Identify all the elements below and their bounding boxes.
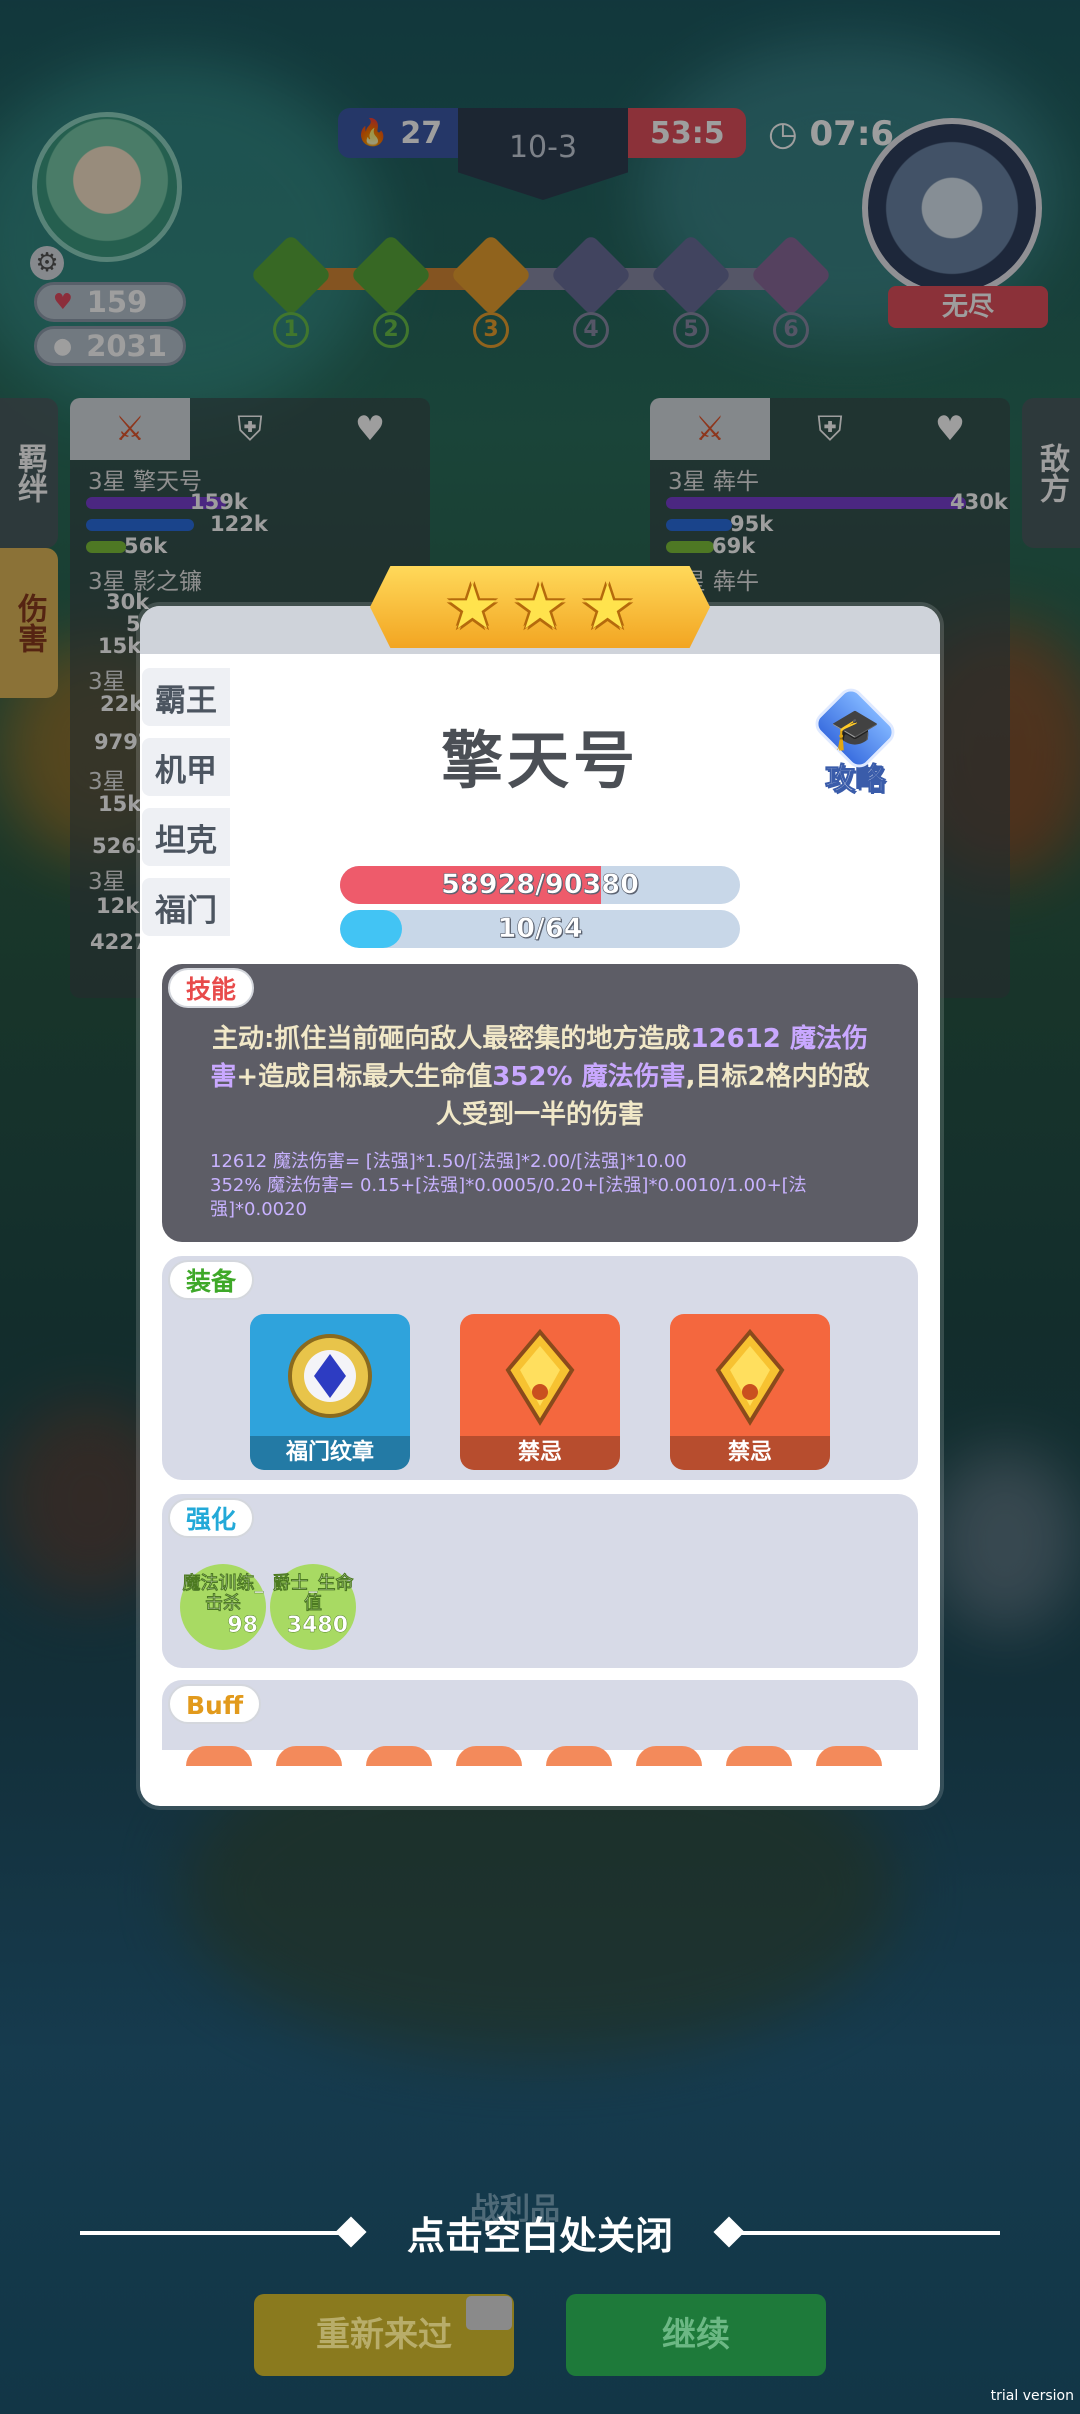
hero-mana-bar: 10/64	[340, 910, 740, 948]
equipment-slot[interactable]: 禁忌	[460, 1314, 620, 1470]
equipment-name: 禁忌	[460, 1436, 620, 1470]
enhance-tag: 强化	[168, 1498, 255, 1538]
guide-button[interactable]: 🎓 攻略	[800, 683, 910, 798]
star-icon: ★	[512, 570, 568, 643]
enhance-name: 魔法训练_击杀	[182, 1573, 264, 1614]
equipment-name: 禁忌	[670, 1436, 830, 1470]
skill-description: 主动:抓住当前砸向敌人最密集的地方造成12612 魔法伤害+造成目标最大生命值3…	[200, 1020, 880, 1134]
skill-formula: 352% 魔法伤害= 0.15+[法强]*0.0005/0.20+[法强]*0.…	[210, 1175, 807, 1220]
enhance-name: 爵士_生命值	[272, 1573, 354, 1614]
divider-line	[730, 2231, 1000, 2235]
close-hint[interactable]: 点击空白处关闭	[300, 2205, 780, 2260]
skill-formula: 12612 魔法伤害= [法强]*1.50/[法强]*2.00/[法强]*10.…	[210, 1151, 687, 1172]
trait-list: 霸王 机甲 坦克 福门	[142, 668, 232, 948]
equipment-tag: 装备	[168, 1260, 255, 1300]
hero-hp-bar: 58928/90380	[340, 866, 740, 904]
video-ad-icon	[466, 2296, 512, 2330]
trait-tag[interactable]: 坦克	[142, 808, 230, 866]
enhance-value: 98	[227, 1613, 258, 1638]
hp-text: 58928/90380	[441, 869, 639, 901]
forbidden-gem-icon	[505, 1328, 575, 1426]
forbidden-gem-icon	[715, 1328, 785, 1426]
buff-icon[interactable]	[186, 1746, 252, 1766]
buff-icon[interactable]	[456, 1746, 522, 1766]
graduation-cap-glyph: 🎓	[830, 707, 880, 753]
buff-tag: Buff	[168, 1684, 262, 1724]
buff-icon[interactable]	[636, 1746, 702, 1766]
enhance-badge[interactable]: 魔法训练_击杀 98	[180, 1564, 266, 1650]
watermark: trial version	[990, 2388, 1074, 2404]
buff-icon[interactable]	[816, 1746, 882, 1766]
trait-tag[interactable]: 机甲	[142, 738, 230, 796]
star-icon: ★	[579, 570, 636, 643]
equipment-name: 福门纹章	[250, 1436, 410, 1470]
trait-tag[interactable]: 福门	[142, 878, 230, 936]
trait-tag[interactable]: 霸王	[142, 668, 230, 726]
buff-section	[162, 1680, 918, 1750]
star-rating-banner: ★ ★ ★	[370, 566, 710, 648]
buff-icon[interactable]	[276, 1746, 342, 1766]
equipment-slot[interactable]: 禁忌	[670, 1314, 830, 1470]
mana-text: 10/64	[497, 913, 583, 945]
enhance-value: 3480	[286, 1613, 349, 1638]
skill-damage-value: 352% 魔法伤害	[492, 1062, 686, 1092]
enhance-badge[interactable]: 爵士_生命值 3480	[270, 1564, 356, 1650]
buff-icon[interactable]	[546, 1746, 612, 1766]
buff-icon[interactable]	[726, 1746, 792, 1766]
emblem-icon	[288, 1334, 372, 1418]
continue-button[interactable]: 继续	[566, 2294, 826, 2376]
skill-desc-text: +造成目标最大生命值	[236, 1062, 493, 1092]
star-icon: ★	[444, 570, 501, 643]
hero-name: 擎天号	[440, 724, 639, 797]
skill-desc-text: 主动:抓住当前砸向敌人最密集的地方造成	[212, 1024, 691, 1054]
buff-icon[interactable]	[366, 1746, 432, 1766]
skill-tag: 技能	[168, 968, 255, 1008]
equipment-slot[interactable]: 福门纹章	[250, 1314, 410, 1470]
